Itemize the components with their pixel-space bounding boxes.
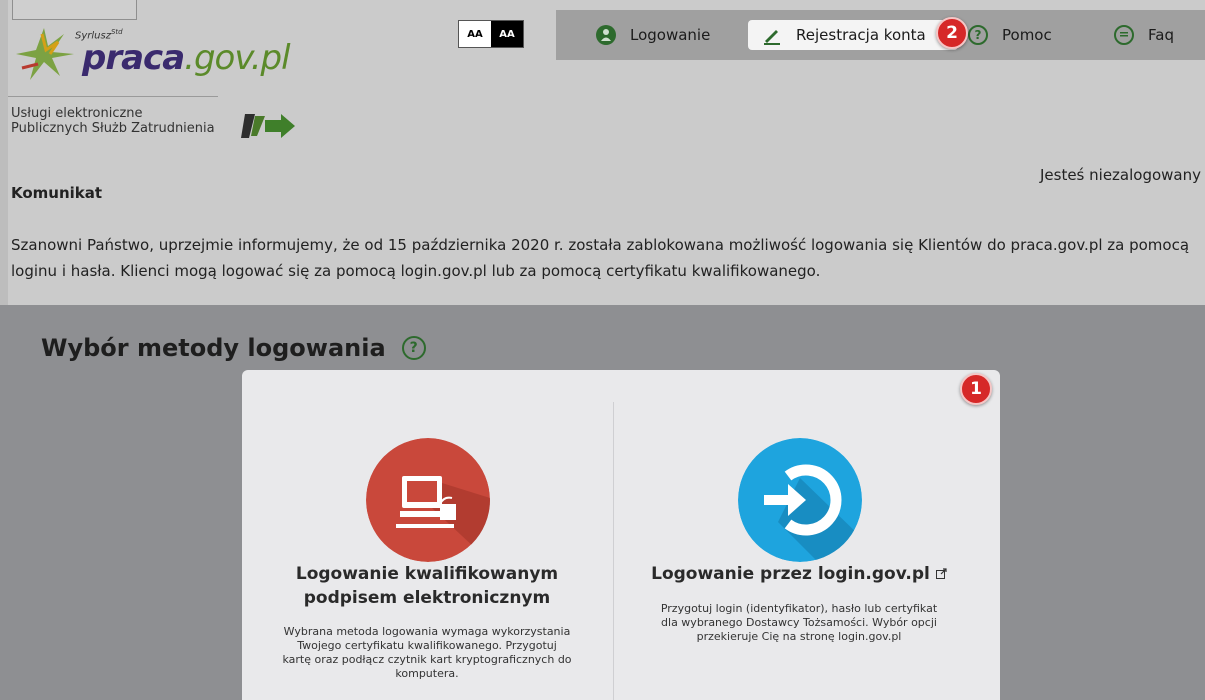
- login-method-card: Logowanie kwalifikowanym podpisem elektr…: [242, 370, 1000, 700]
- contrast-switch[interactable]: AA AA: [458, 20, 524, 48]
- nav-help-link[interactable]: ? Pomoc: [968, 20, 1052, 50]
- login-status-text: Jesteś niezalogowany: [1039, 166, 1201, 184]
- annotation-badge-2: 2: [936, 17, 968, 49]
- logo-star-icon: [16, 28, 74, 80]
- annotation-badge-1: 1: [960, 373, 992, 405]
- left-margin: [0, 0, 8, 305]
- nav-register-link[interactable]: Rejestracja konta: [748, 20, 958, 50]
- computer-card-reader-icon: [365, 438, 490, 562]
- nav-faq-link[interactable]: Faq: [1114, 20, 1174, 50]
- nav-faq-label: Faq: [1148, 26, 1174, 44]
- nav-login-link[interactable]: Logowanie: [596, 20, 710, 50]
- pszu-logo-icon: [241, 114, 295, 138]
- qualified-signature-title: Logowanie kwalifikowanym podpisem elektr…: [295, 564, 559, 608]
- nav-login-label: Logowanie: [630, 26, 711, 44]
- login-gov-option[interactable]: Logowanie przez login.gov.pl Przygotuj l…: [614, 370, 985, 700]
- chat-bubble-icon: [1114, 25, 1134, 45]
- notice-text: Szanowni Państwo, uprzejmie informujemy,…: [11, 236, 1190, 280]
- login-method-heading: Wybór metody logowania ?: [41, 334, 426, 362]
- qualified-signature-option[interactable]: Logowanie kwalifikowanym podpisem elektr…: [242, 370, 613, 700]
- services-caption: Usługi elektroniczne Publicznych Służb Z…: [11, 106, 215, 136]
- contrast-normal-button[interactable]: AA: [459, 21, 491, 47]
- logo-text: praca.gov.pl: [82, 38, 291, 78]
- nav-register-label: Rejestracja konta: [796, 26, 926, 44]
- login-arrow-icon: [737, 438, 862, 562]
- user-icon: [596, 25, 616, 45]
- login-gov-description: Przygotuj login (identyfikator), hasło l…: [660, 602, 938, 643]
- logo-divider: [8, 96, 218, 97]
- site-logo[interactable]: SyrluszStd praca.gov.pl: [12, 22, 312, 92]
- external-link-icon: [935, 568, 947, 579]
- top-nav: Logowanie Rejestracja konta ? Pomoc Faq: [556, 10, 1205, 60]
- top-stub-box: [12, 0, 137, 20]
- notice-title: Komunikat: [11, 184, 103, 202]
- qualified-signature-description: Wybrana metoda logowania wymaga wykorzys…: [282, 625, 572, 680]
- login-gov-title: Logowanie przez login.gov.pl: [634, 562, 964, 586]
- pencil-icon: [762, 25, 782, 45]
- help-icon[interactable]: ?: [401, 336, 426, 360]
- contrast-high-button[interactable]: AA: [491, 21, 523, 47]
- nav-help-label: Pomoc: [1002, 26, 1052, 44]
- question-icon: ?: [968, 25, 988, 45]
